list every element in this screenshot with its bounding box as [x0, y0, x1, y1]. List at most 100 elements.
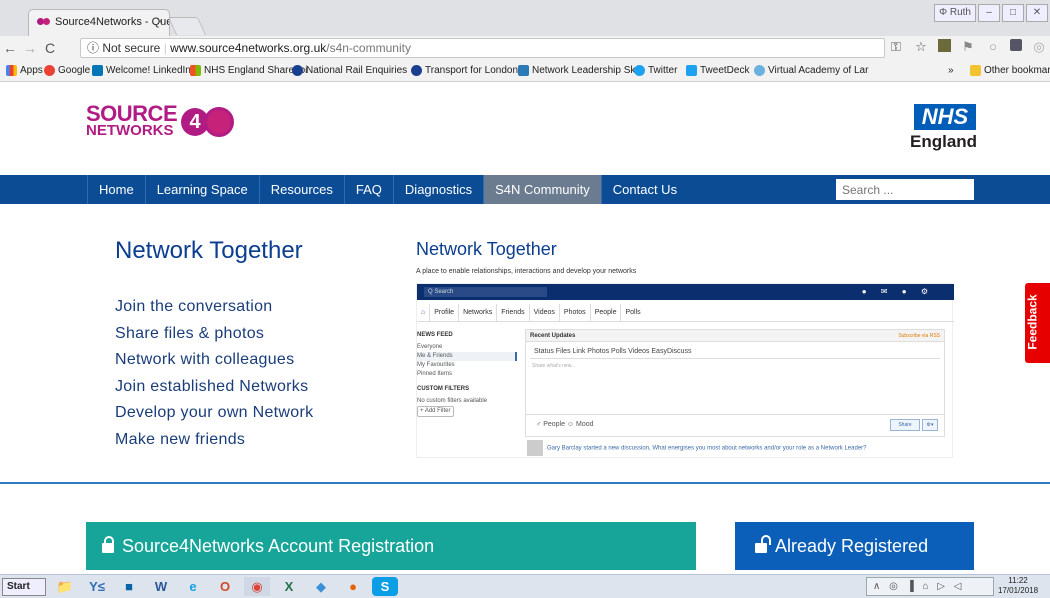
maximize-button[interactable]: □	[1002, 4, 1024, 22]
bookmark-national-rail[interactable]: National Rail Enquiries	[292, 65, 407, 76]
account-registration-button[interactable]: Source4Networks Account Registration	[86, 522, 696, 570]
list-item: Make new friends	[115, 430, 246, 448]
security-indicator[interactable]: ⓘ Not secure	[87, 41, 160, 55]
preview-feed-item: Everyone	[417, 344, 443, 350]
preview-tab: Profile	[430, 304, 460, 321]
profile-button[interactable]: Φ Ruth	[934, 4, 976, 22]
tfl-roundel-icon	[411, 65, 422, 76]
address-bar[interactable]: ⓘ Not secure | www.source4networks.org.u…	[80, 38, 885, 58]
preview-compose-foot-label: ♂ People ☺ Mood	[536, 421, 594, 428]
preview-compose-tabs: Status Files Link Photos Polls Videos Ea…	[530, 342, 940, 359]
preview-tabs: ⌂ Profile Networks Friends Videos Photos Peopl…	[417, 304, 954, 322]
screen: Source4Networks - Questio × Φ Ruth – □ ✕…	[0, 0, 1050, 598]
forward-arrow-icon[interactable]: →	[20, 40, 40, 56]
nhs-england-logo: NHS England	[910, 104, 977, 152]
system-clock[interactable]: 11:22 17/01/2018	[998, 576, 1038, 596]
preview-toolbar-icons: ● ✉ ● ⚙	[861, 287, 934, 296]
unlock-icon	[755, 535, 771, 553]
bookmark-apps[interactable]: Apps	[6, 65, 43, 76]
s4n-icon	[518, 65, 529, 76]
preview-compose-footer: ♂ People ☺ Mood Share ⚙▾	[526, 414, 944, 436]
lock-icon	[102, 536, 114, 553]
extension-icon[interactable]	[1010, 39, 1022, 51]
preview-topbar: Q Search ● ✉ ● ⚙	[417, 284, 954, 300]
word-icon[interactable]: W	[148, 577, 174, 596]
twitter-bird-icon	[634, 65, 645, 76]
bookmark-tfl[interactable]: Transport for London	[411, 65, 518, 76]
preview-recent-updates-label: Recent Updates	[530, 333, 576, 339]
url-path: /s4n-community	[326, 41, 411, 55]
extension-icon[interactable]: ○	[985, 39, 1001, 55]
extension-icon[interactable]: ◎	[1031, 39, 1047, 55]
nhs-logo-box: NHS	[914, 104, 976, 130]
file-explorer-icon[interactable]: 📁	[52, 577, 78, 596]
site-search-input[interactable]	[836, 179, 974, 200]
nav-resources[interactable]: Resources	[258, 175, 344, 204]
list-item: Join established Networks	[115, 377, 309, 395]
start-button[interactable]: Start	[2, 578, 46, 596]
reload-icon[interactable]: C	[40, 40, 60, 56]
new-tab-button[interactable]	[167, 17, 207, 35]
bookmark-tweetdeck[interactable]: TweetDeck	[686, 65, 749, 76]
apps-grid-icon	[6, 65, 17, 76]
tab-close-icon[interactable]: ×	[157, 16, 163, 28]
star-icon[interactable]: ☆	[913, 39, 929, 55]
preview-tab: Polls	[625, 309, 641, 316]
chrome-icon[interactable]: ◉	[244, 577, 270, 596]
preview-news-feed-title: NEWS FEED	[417, 332, 453, 338]
bookmarks-overflow-button[interactable]: »	[948, 65, 954, 76]
extension-icon[interactable]: ⚑	[960, 39, 976, 55]
bookmark-google[interactable]: Google	[44, 65, 90, 76]
internet-explorer-icon[interactable]: e	[180, 577, 206, 596]
preview-feed-item: Pinned Items	[417, 371, 453, 377]
app-icon[interactable]: ◆	[308, 577, 334, 596]
browser-toolbar: ← → C ⓘ Not secure | www.source4networks…	[0, 36, 1050, 60]
extension-icons: ⚿ ☆ ⚑ ○ ◎ S	[888, 39, 1050, 55]
academy-icon	[754, 65, 765, 76]
back-arrow-icon[interactable]: ←	[0, 40, 20, 56]
nav-home[interactable]: Home	[87, 175, 145, 204]
nav-diagnostics[interactable]: Diagnostics	[392, 175, 483, 204]
key-icon[interactable]: ⚿	[888, 39, 904, 55]
preview-compose-placeholder: Share what's new...	[532, 363, 576, 369]
bookmark-other[interactable]: Other bookmarks	[970, 65, 1050, 76]
bookmark-linkedin[interactable]: Welcome! LinkedIn	[92, 65, 191, 76]
powerpoint-icon[interactable]: O	[212, 577, 238, 596]
bookmark-virtual-academy[interactable]: Virtual Academy of Lar	[754, 65, 868, 76]
preview-search: Q Search	[424, 287, 547, 297]
outlook-icon[interactable]: ■	[116, 577, 142, 596]
account-registration-label: Source4Networks Account Registration	[122, 536, 435, 556]
nav-learning-space[interactable]: Learning Space	[144, 175, 259, 204]
logo-ball-icon	[204, 107, 234, 137]
preview-main: Recent Updates Subscribe via RSS Status F…	[525, 329, 945, 437]
yammer-icon[interactable]: Y≤	[84, 577, 110, 596]
browser-tab[interactable]: Source4Networks - Questio ×	[28, 9, 170, 36]
feedback-tab[interactable]: Feedback	[1025, 283, 1050, 363]
preview-tab: People	[591, 304, 622, 321]
skype-taskbar-icon[interactable]: S	[372, 577, 398, 596]
extension-icon[interactable]	[938, 39, 951, 52]
close-window-button[interactable]: ✕	[1026, 4, 1048, 22]
source4networks-logo[interactable]: SOURCE NETWORKS 4	[86, 103, 234, 138]
minimize-button[interactable]: –	[978, 4, 1000, 22]
excel-icon[interactable]: X	[276, 577, 302, 596]
bookmark-nhs-sharepoint[interactable]: NHS England Sharepoi	[190, 65, 307, 76]
firefox-icon[interactable]: ●	[340, 577, 366, 596]
nav-items: Home Learning Space Resources FAQ Diagno…	[87, 175, 688, 204]
bookmark-network-leadership[interactable]: Network Leadership Sk	[518, 65, 635, 76]
preview-tab: Photos	[560, 304, 591, 321]
site-favicon-icon	[37, 17, 51, 27]
already-registered-button[interactable]: Already Registered	[735, 522, 974, 570]
nav-faq[interactable]: FAQ	[343, 175, 393, 204]
system-tray[interactable]: ∧ ◎ ▐ ⌂ ▷ ◁	[866, 577, 994, 596]
nav-contact-us[interactable]: Contact Us	[600, 175, 688, 204]
list-item: Develop your own Network	[115, 404, 314, 421]
bookmark-twitter[interactable]: Twitter	[634, 65, 677, 76]
url-host: www.source4networks.org.uk	[170, 41, 327, 55]
preview-feed-item: My Favourites	[417, 362, 455, 368]
preview-custom-filters-title: CUSTOM FILTERS	[417, 386, 470, 392]
list-item: Share files & photos	[115, 324, 265, 342]
nav-s4n-community[interactable]: S4N Community	[483, 175, 601, 204]
clock-date: 17/01/2018	[998, 586, 1039, 595]
community-preview-image: Q Search ● ✉ ● ⚙ ⌂ Profile Networks Friends…	[416, 283, 954, 458]
